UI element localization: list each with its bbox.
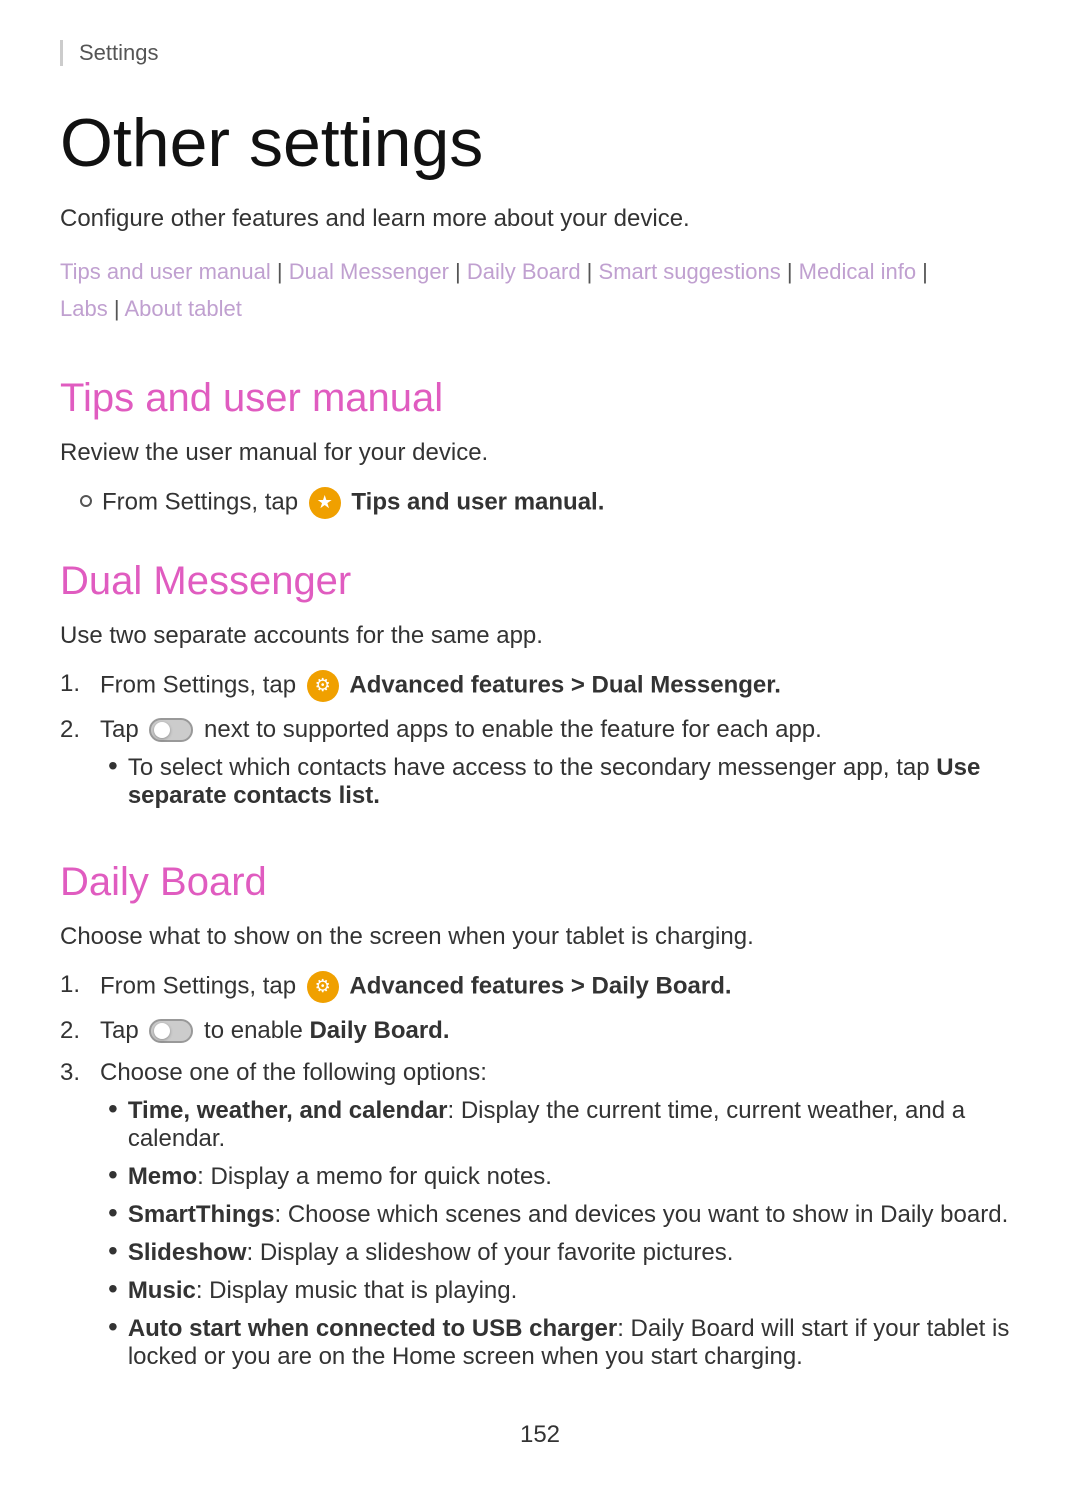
- section-desc-tips: Review the user manual for your device.: [60, 439, 1020, 467]
- sub-bold-text: Auto start when connected to USB charger: [128, 1315, 617, 1342]
- step-text: From Settings, tap ⚙ Advanced features >…: [100, 670, 781, 702]
- list-item: 2. Tap to enable Daily Board.: [60, 1017, 1020, 1045]
- section-daily-board: Daily Board Choose what to show on the s…: [60, 860, 1020, 1381]
- tips-bold-text: Tips and user manual.: [351, 488, 604, 515]
- step-number: 1.: [60, 971, 90, 999]
- section-title-daily-board: Daily Board: [60, 860, 1020, 905]
- section-desc-dual-messenger: Use two separate accounts for the same a…: [60, 622, 1020, 650]
- sub-bold-text: Memo: [128, 1163, 197, 1190]
- sub-bullet-item: • To select which contacts have access t…: [108, 754, 1020, 810]
- step-bold-text: Advanced features > Dual Messenger.: [349, 671, 781, 698]
- step-bold-text: Advanced features > Daily Board.: [349, 972, 731, 999]
- settings-app-icon-2: ⚙: [307, 971, 339, 1003]
- nav-link-smart-suggestions[interactable]: Smart suggestions: [599, 259, 781, 284]
- sub-bullet-item: • Music: Display music that is playing.: [108, 1277, 1020, 1305]
- sub-bullet-item: • Memo: Display a memo for quick notes.: [108, 1163, 1020, 1191]
- sub-bold-text: Slideshow: [128, 1239, 247, 1266]
- toggle-icon-2: [149, 1019, 193, 1043]
- sub-bullet-text: To select which contacts have access to …: [128, 754, 1020, 810]
- sub-bullet-item: • Time, weather, and calendar: Display t…: [108, 1097, 1020, 1153]
- sub-bold-text: Music: [128, 1277, 196, 1304]
- toggle-icon: [149, 718, 193, 742]
- nav-link-labs[interactable]: Labs: [60, 296, 108, 321]
- bullet-dot-icon: •: [108, 1313, 118, 1341]
- bullet-dot-icon: •: [108, 752, 118, 780]
- section-dual-messenger: Dual Messenger Use two separate accounts…: [60, 559, 1020, 820]
- list-item: 2. Tap next to supported apps to enable …: [60, 716, 1020, 820]
- list-item: 1. From Settings, tap ⚙ Advanced feature…: [60, 670, 1020, 702]
- sub-bold-text: Use separate contacts list.: [128, 754, 980, 809]
- nav-link-medical-info[interactable]: Medical info: [799, 259, 916, 284]
- page-footer: 152: [60, 1421, 1020, 1449]
- tips-bullet-list: From Settings, tap ★ Tips and user manua…: [60, 487, 1020, 519]
- sub-bullet-text: Time, weather, and calendar: Display the…: [128, 1097, 1020, 1153]
- bullet-dot-icon: •: [108, 1199, 118, 1227]
- list-item: From Settings, tap ★ Tips and user manua…: [60, 487, 1020, 519]
- breadcrumb: Settings: [60, 40, 1020, 66]
- circle-bullet-icon: [80, 495, 92, 507]
- sub-bold-text: Time, weather, and calendar: [128, 1097, 448, 1124]
- step-number: 2.: [60, 716, 90, 744]
- page-description: Configure other features and learn more …: [60, 205, 1020, 233]
- step-text: Tap next to supported apps to enable the…: [100, 716, 822, 744]
- step-number: 2.: [60, 1017, 90, 1045]
- step-text: Tap to enable Daily Board.: [100, 1017, 450, 1045]
- nav-link-tips[interactable]: Tips and user manual: [60, 259, 271, 284]
- sub-bullet-text: Auto start when connected to USB charger…: [128, 1315, 1020, 1371]
- step-text: From Settings, tap ⚙ Advanced features >…: [100, 971, 732, 1003]
- sub-bullet-item: • SmartThings: Choose which scenes and d…: [108, 1201, 1020, 1229]
- step-bold-text: Daily Board.: [309, 1017, 449, 1044]
- step-number: 1.: [60, 670, 90, 698]
- section-desc-daily-board: Choose what to show on the screen when y…: [60, 923, 1020, 951]
- sub-bullet-text: SmartThings: Choose which scenes and dev…: [128, 1201, 1008, 1229]
- list-item: 3. Choose one of the following options: …: [60, 1059, 1020, 1381]
- sub-bullet-text: Slideshow: Display a slideshow of your f…: [128, 1239, 734, 1267]
- page-title: Other settings: [60, 106, 1020, 181]
- settings-app-icon: ⚙: [307, 670, 339, 702]
- nav-link-daily-board[interactable]: Daily Board: [467, 259, 581, 284]
- page-number: 152: [520, 1421, 560, 1448]
- sub-bold-text: SmartThings: [128, 1201, 275, 1228]
- nav-link-dual-messenger[interactable]: Dual Messenger: [289, 259, 449, 284]
- sub-bullet-item: • Slideshow: Display a slideshow of your…: [108, 1239, 1020, 1267]
- daily-board-steps: 1. From Settings, tap ⚙ Advanced feature…: [60, 971, 1020, 1381]
- tips-app-icon: ★: [309, 487, 341, 519]
- section-tips: Tips and user manual Review the user man…: [60, 376, 1020, 519]
- dual-messenger-steps: 1. From Settings, tap ⚙ Advanced feature…: [60, 670, 1020, 820]
- tips-bullet-text: From Settings, tap ★ Tips and user manua…: [102, 487, 604, 519]
- section-title-tips: Tips and user manual: [60, 376, 1020, 421]
- nav-link-about-tablet[interactable]: About tablet: [124, 296, 241, 321]
- step-text: Choose one of the following options:: [100, 1059, 487, 1087]
- bullet-dot-icon: •: [108, 1237, 118, 1265]
- list-item: 1. From Settings, tap ⚙ Advanced feature…: [60, 971, 1020, 1003]
- bullet-dot-icon: •: [108, 1275, 118, 1303]
- section-title-dual-messenger: Dual Messenger: [60, 559, 1020, 604]
- sub-bullet-text: Music: Display music that is playing.: [128, 1277, 517, 1305]
- nav-links: Tips and user manual | Dual Messenger | …: [60, 253, 1020, 328]
- bullet-dot-icon: •: [108, 1161, 118, 1189]
- bullet-dot-icon: •: [108, 1095, 118, 1123]
- sub-bullet-text: Memo: Display a memo for quick notes.: [128, 1163, 552, 1191]
- step-number: 3.: [60, 1059, 90, 1087]
- sub-bullet-item: • Auto start when connected to USB charg…: [108, 1315, 1020, 1371]
